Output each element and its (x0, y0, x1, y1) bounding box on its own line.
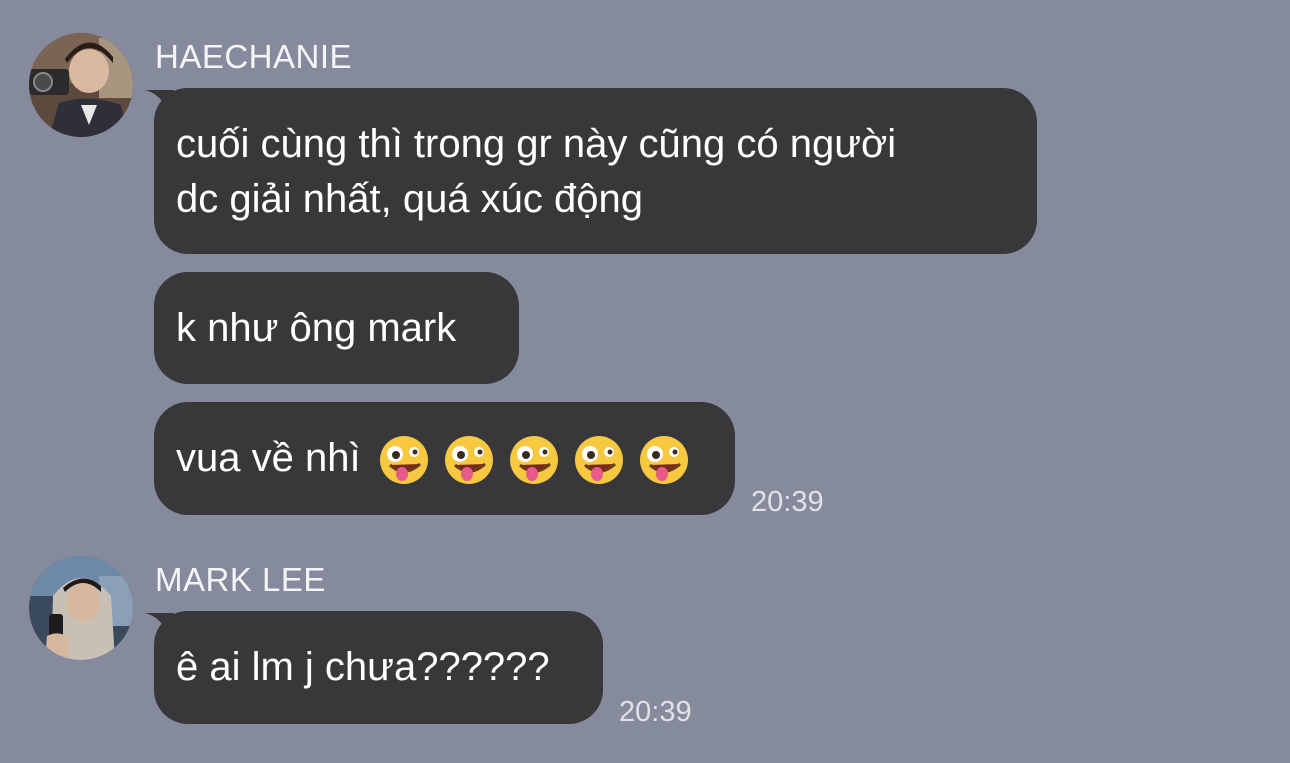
bubble-tail (144, 90, 174, 110)
message-timestamp: 20:39 (751, 486, 824, 518)
zany-face-emoji (378, 434, 430, 486)
message-bubble[interactable]: ê ai lm j chưa?????? (144, 611, 603, 724)
message-text: k như ông mark (176, 306, 457, 350)
message-timestamp: 20:39 (619, 696, 692, 728)
avatar-photo-mark-lee (29, 556, 133, 660)
message-bubble[interactable]: vua về nhì (154, 402, 735, 515)
avatar-photo-haechanie (29, 33, 133, 137)
emoji-row (378, 434, 690, 486)
sender-name: HAECHANIE (155, 38, 353, 75)
message-bubble[interactable]: k như ông mark (154, 272, 519, 384)
bubble-tail (144, 613, 174, 633)
zany-face-emoji (508, 434, 560, 486)
zany-face-emoji (638, 434, 690, 486)
message-text: dc giải nhất, quá xúc động (176, 177, 644, 221)
message-bubble[interactable]: cuối cùng thì trong gr này cũng có người… (144, 88, 1037, 254)
message-text: ê ai lm j chưa?????? (176, 645, 550, 689)
message-text: vua về nhì (176, 436, 361, 480)
avatar-mark-lee[interactable] (29, 556, 133, 660)
sender-name: MARK LEE (155, 561, 326, 598)
zany-face-emoji (573, 434, 625, 486)
message-text: cuối cùng thì trong gr này cũng có người (176, 122, 897, 166)
avatar-haechanie[interactable] (29, 33, 133, 137)
zany-face-emoji (443, 434, 495, 486)
